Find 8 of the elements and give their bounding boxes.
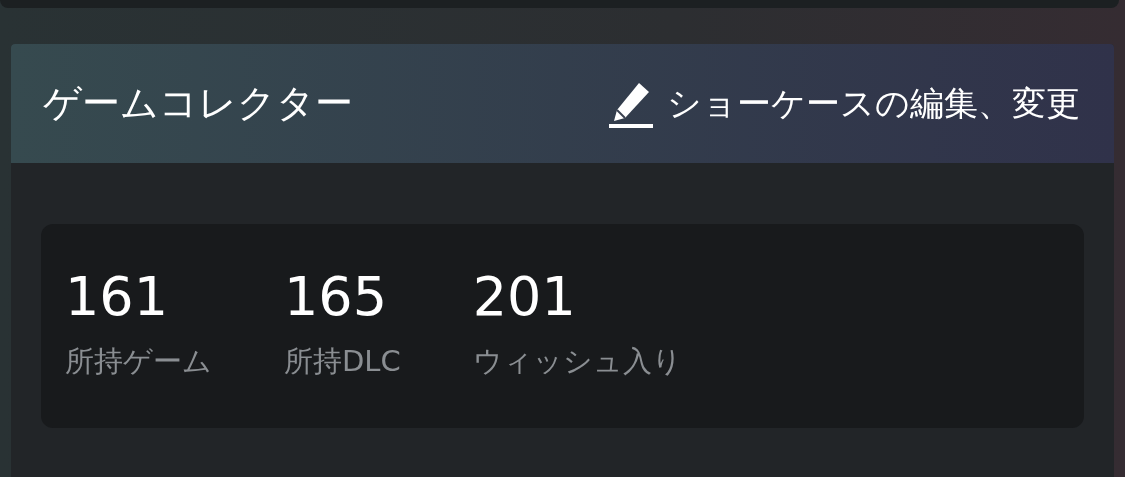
stat-label: 所持ゲーム	[65, 343, 212, 380]
stat-label: ウィッシュ入り	[472, 343, 682, 380]
stat-count: 201	[472, 264, 577, 330]
stat-count: 161	[65, 264, 170, 330]
stat-label: 所持DLC	[284, 343, 401, 380]
edit-showcase-link[interactable]: ショーケースの編集、変更	[609, 79, 1080, 128]
stat-count: 165	[284, 264, 389, 330]
showcase-title: ゲームコレクター	[43, 80, 353, 127]
